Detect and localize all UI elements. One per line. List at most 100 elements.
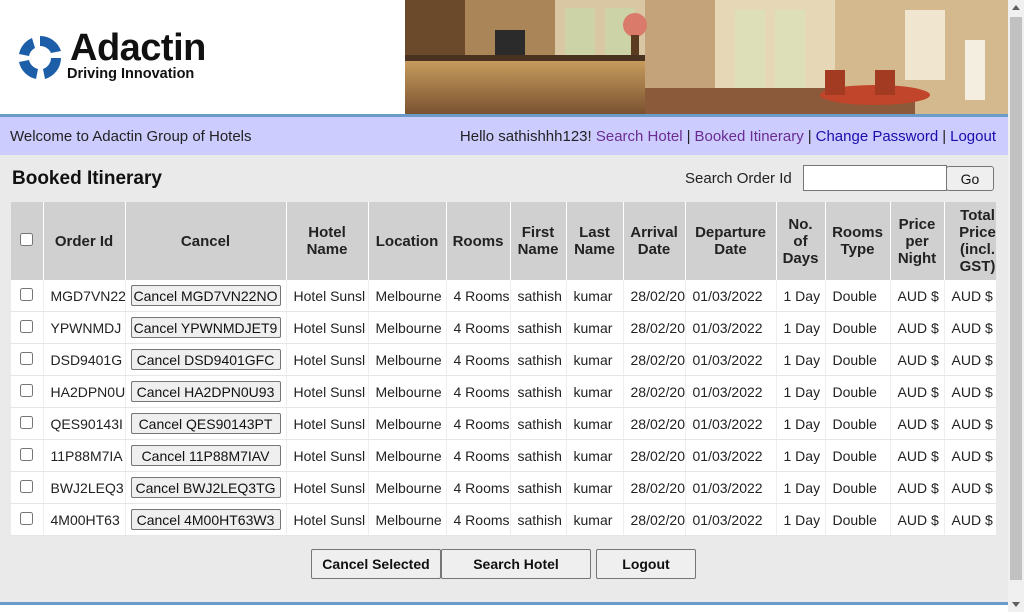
price-per-night-cell: AUD $ — [890, 343, 945, 376]
cancel-cell: Cancel YPWNMDJET9 — [125, 311, 287, 344]
header-label: Location — [375, 232, 439, 250]
row-select-checkbox[interactable] — [20, 447, 34, 461]
departure-date-cell: 01/03/2022 — [685, 407, 777, 440]
row-select-checkbox[interactable] — [20, 383, 34, 397]
logout-button[interactable]: Logout — [596, 549, 696, 579]
cancel-cell: Cancel DSD9401GFC — [125, 343, 287, 376]
nav-link-change-password[interactable]: Change Password — [816, 128, 939, 145]
header-cancel: Cancel — [125, 202, 287, 280]
price-per-night-cell: AUD $ — [890, 439, 945, 472]
header-order-id: Order Id — [43, 202, 126, 280]
header-no-of-days: No. of Days — [776, 202, 826, 280]
departure-date-cell: 01/03/2022 — [685, 375, 777, 408]
scroll-up-button[interactable] — [1008, 0, 1024, 16]
cancel-cell: Cancel QES90143PT — [125, 407, 287, 440]
rooms-cell: 4 Rooms — [446, 311, 511, 344]
row-select-cell — [11, 311, 44, 344]
arrival-date-cell: 28/02/20 — [623, 407, 686, 440]
total-price-cell: AUD $ — [944, 471, 996, 504]
header-label: Price — [959, 224, 996, 241]
header-departure-date: Departure Date — [685, 202, 777, 280]
header-label: Price — [898, 215, 936, 233]
total-price-cell: AUD $ — [944, 375, 996, 408]
cancel-booking-button[interactable]: Cancel MGD7VN22NO — [130, 285, 281, 306]
order-id-cell: YPWNMDJ — [43, 311, 126, 344]
order-id-cell: BWJ2LEQ3 — [43, 471, 126, 504]
scroll-down-button[interactable] — [1008, 596, 1024, 612]
header-total-price: Total Price (incl. GST) — [944, 202, 996, 280]
header-label: Order Id — [54, 232, 114, 250]
header-price-per-night: Price per Night — [890, 202, 945, 280]
page-title: Booked Itinerary — [12, 168, 162, 189]
first-name-cell: sathish — [510, 471, 567, 504]
rooms-cell: 4 Rooms — [446, 503, 511, 536]
order-id-cell: 11P88M7IA — [43, 439, 126, 472]
search-order-id-label: Search Order Id — [685, 170, 792, 187]
header-label: Type — [840, 241, 875, 258]
row-select-cell — [11, 439, 44, 472]
header-hotel-name: Hotel Name — [286, 202, 369, 280]
cancel-selected-button[interactable]: Cancel Selected — [311, 549, 441, 579]
brand-tagline: Driving Innovation — [67, 66, 195, 82]
main-content: Booked Itinerary Search Order Id Go Orde… — [0, 155, 1008, 602]
header-label: Rooms — [832, 224, 883, 241]
no-of-days-cell: 1 Day — [776, 280, 826, 312]
price-per-night-cell: AUD $ — [890, 375, 945, 408]
rooms-cell: 4 Rooms — [446, 280, 511, 312]
booking-rows: MGD7VN22 Cancel MGD7VN22NO Hotel Sunsl M… — [11, 280, 996, 536]
table-row: 11P88M7IA Cancel 11P88M7IAV Hotel Sunsl … — [11, 439, 996, 472]
select-all-checkbox[interactable] — [20, 232, 34, 246]
total-price-cell: AUD $ — [944, 280, 996, 312]
row-select-checkbox[interactable] — [20, 287, 34, 301]
header-label: Date — [637, 241, 671, 258]
cancel-booking-button[interactable]: Cancel QES90143PT — [130, 413, 281, 434]
nav-separator: | — [942, 128, 947, 145]
nav-link-booked-itinerary[interactable]: Booked Itinerary — [694, 128, 803, 145]
header-label: Rooms — [452, 232, 504, 250]
adactin-logo-icon — [19, 35, 61, 79]
cancel-booking-button[interactable]: Cancel YPWNMDJET9 — [130, 317, 281, 338]
first-name-cell: sathish — [510, 439, 567, 472]
cancel-booking-button[interactable]: Cancel 4M00HT63W3 — [130, 509, 281, 530]
row-select-cell — [11, 471, 44, 504]
search-order-id-input[interactable] — [803, 165, 947, 191]
nav-link-logout[interactable]: Logout — [950, 128, 996, 145]
table-header-row: Order Id Cancel Hotel Name Location Rooms… — [11, 202, 996, 280]
cancel-booking-button[interactable]: Cancel BWJ2LEQ3TG — [130, 477, 281, 498]
last-name-cell: kumar — [566, 343, 624, 376]
row-select-checkbox[interactable] — [20, 319, 34, 333]
nav-link-search-hotel[interactable]: Search Hotel — [596, 128, 683, 145]
rooms-type-cell: Double — [825, 471, 891, 504]
header-label: Arrival — [630, 224, 678, 241]
price-per-night-cell: AUD $ — [890, 280, 945, 312]
vertical-scrollbar[interactable] — [1008, 0, 1024, 612]
brand-logo[interactable]: Adactin Driving Innovation — [14, 28, 234, 88]
cancel-booking-button[interactable]: Cancel HA2DPN0U93 — [130, 381, 281, 402]
cancel-booking-button[interactable]: Cancel 11P88M7IAV — [130, 445, 281, 466]
cancel-booking-button[interactable]: Cancel DSD9401GFC — [130, 349, 281, 370]
scrollbar-thumb[interactable] — [1010, 17, 1022, 580]
row-select-checkbox[interactable] — [20, 511, 34, 525]
itinerary-actions: Cancel Selected Search Hotel Logout — [0, 549, 1008, 580]
row-select-checkbox[interactable] — [20, 415, 34, 429]
cancel-cell: Cancel HA2DPN0U93 — [125, 375, 287, 408]
no-of-days-cell: 1 Day — [776, 375, 826, 408]
footer-divider — [0, 602, 1008, 605]
hotel-name-cell: Hotel Sunsl — [286, 471, 369, 504]
price-per-night-cell: AUD $ — [890, 311, 945, 344]
location-cell: Melbourne — [368, 280, 447, 312]
no-of-days-cell: 1 Day — [776, 311, 826, 344]
row-select-checkbox[interactable] — [20, 351, 34, 365]
departure-date-cell: 01/03/2022 — [685, 343, 777, 376]
order-id-cell: HA2DPN0U — [43, 375, 126, 408]
row-select-cell — [11, 343, 44, 376]
header-rooms: Rooms — [446, 202, 511, 280]
departure-date-cell: 01/03/2022 — [685, 503, 777, 536]
go-button[interactable]: Go — [946, 166, 994, 191]
search-hotel-button[interactable]: Search Hotel — [441, 549, 591, 579]
row-select-checkbox[interactable] — [20, 479, 34, 493]
location-cell: Melbourne — [368, 407, 447, 440]
no-of-days-cell: 1 Day — [776, 503, 826, 536]
first-name-cell: sathish — [510, 375, 567, 408]
total-price-cell: AUD $ — [944, 407, 996, 440]
